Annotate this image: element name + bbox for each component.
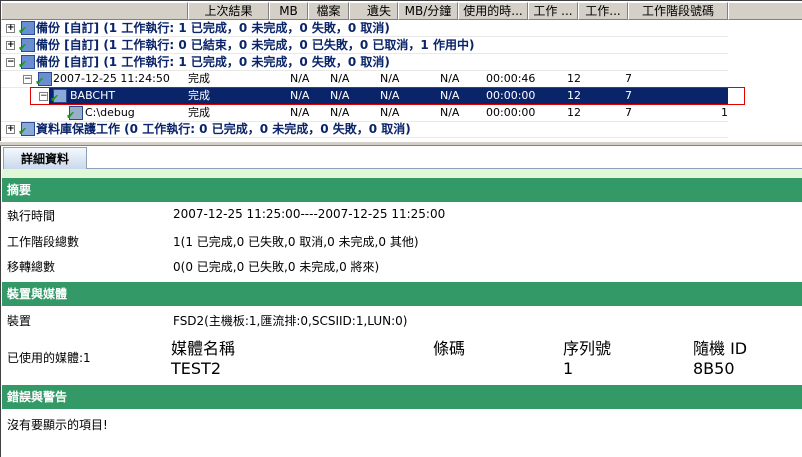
details-pane: 詳細資料 摘要 執行時間 2007-12-25 11:25:00----2007… xyxy=(0,146,802,457)
column-header-job-2[interactable]: 工作... xyxy=(578,2,628,20)
section-errors-header: 錯誤與警告 xyxy=(2,385,802,409)
expand-icon[interactable]: + xyxy=(6,24,15,33)
media-name-value: TEST2 xyxy=(171,359,221,378)
column-header-missing[interactable]: 遺失 xyxy=(349,2,398,20)
row-job-1: 12 xyxy=(567,72,581,85)
group-label: 備份 [自訂] (1 工作執行: 0 已結束，0 未完成，0 已失敗，0 已取消… xyxy=(36,38,475,52)
column-header-name[interactable] xyxy=(1,2,188,20)
media-random-id-value: 8B50 xyxy=(693,359,735,378)
selection-focus-rect xyxy=(30,87,745,105)
media-used-label: 已使用的媒體:1 xyxy=(7,351,91,365)
collapse-icon[interactable]: − xyxy=(6,58,15,67)
group-label: 資料庫保護工作 (0 工作執行: 0 已完成，0 未完成，0 失敗，0 取消) xyxy=(36,122,411,136)
media-header-barcode: 條碼 xyxy=(433,339,466,358)
row-name: 2007-12-25 11:24:50 xyxy=(53,72,170,85)
row-job-2: 7 xyxy=(625,72,632,85)
expand-icon[interactable]: + xyxy=(6,41,15,50)
media-header-name: 媒體名稱 xyxy=(171,339,236,358)
run-time-label: 執行時間 xyxy=(7,209,56,223)
device-value: FSD2(主機板:1,匯流排:0,SCSIID:1,LUN:0) xyxy=(173,314,408,328)
tree-row-group[interactable]: + 資料庫保護工作 (0 工作執行: 0 已完成，0 未完成，0 失敗，0 取消… xyxy=(1,121,728,138)
row-rate: N/A xyxy=(440,106,460,119)
section-summary-header: 摘要 xyxy=(2,178,802,202)
row-rate: N/A xyxy=(440,72,460,85)
row-job-1: 12 xyxy=(567,106,581,119)
backup-job-running-icon xyxy=(18,38,35,53)
device-label: 裝置 xyxy=(7,314,32,328)
row-files: N/A xyxy=(330,72,350,85)
tree-row-job-run[interactable]: − 2007-12-25 11:24:50 完成 N/A N/A N/A N/A… xyxy=(1,71,728,88)
column-header-empty xyxy=(728,2,802,20)
column-header-session-number[interactable]: 工作階段號碼 xyxy=(628,2,728,20)
expand-icon[interactable]: + xyxy=(6,125,15,134)
run-time-value: 2007-12-25 11:25:00----2007-12-25 11:25:… xyxy=(173,207,446,221)
tree-row-source[interactable]: C:\debug 完成 N/A N/A N/A N/A 00:00:00 12 … xyxy=(1,105,728,122)
tab-strip xyxy=(2,169,802,178)
row-time: 00:00:00 xyxy=(486,106,536,119)
row-missing: N/A xyxy=(380,72,400,85)
tree-row-group[interactable]: − 備份 [自訂] (1 工作執行: 1 已完成，0 未完成，0 失敗，0 取消… xyxy=(1,54,728,71)
column-header-time-used[interactable]: 使用的時... xyxy=(458,2,528,20)
media-serial-value: 1 xyxy=(563,359,574,378)
section-devices-header: 裝置與媒體 xyxy=(2,282,802,306)
row-mb: N/A xyxy=(290,106,310,119)
row-job-2: 7 xyxy=(625,106,632,119)
group-label: 備份 [自訂] (1 工作執行: 1 已完成，0 未完成，0 失敗，0 取消) xyxy=(36,55,390,69)
backup-job-success-icon xyxy=(18,55,35,70)
database-job-icon xyxy=(18,122,35,137)
media-header-random-id: 隨機 ID xyxy=(693,339,748,358)
column-header-mb-per-min[interactable]: MB/分鐘 xyxy=(398,2,458,20)
group-label: 備份 [自訂] (1 工作執行: 1 已完成，0 未完成，0 失敗，0 取消) xyxy=(36,21,390,35)
collapse-icon[interactable]: − xyxy=(23,75,32,84)
column-header-last-result[interactable]: 上次結果 xyxy=(188,2,269,20)
row-files: N/A xyxy=(330,106,350,119)
migrations-label: 移轉總數 xyxy=(7,260,56,274)
tree-row-group[interactable]: + 備份 [自訂] (1 工作執行: 1 已完成，0 未完成，0 失敗，0 取消… xyxy=(1,20,728,37)
folder-success-icon xyxy=(66,106,83,121)
tab-details[interactable]: 詳細資料 xyxy=(3,147,87,169)
row-mb: N/A xyxy=(290,72,310,85)
migrations-value: 0(0 已完成,0 已失敗,0 未完成,0 將來) xyxy=(173,260,380,274)
row-missing: N/A xyxy=(380,106,400,119)
column-header-mb[interactable]: MB xyxy=(269,2,308,20)
sessions-value: 1(1 已完成,0 已失敗,0 取消,0 未完成,0 其他) xyxy=(173,235,419,249)
row-name: C:\debug xyxy=(85,106,135,119)
column-header-job-1[interactable]: 工作 ... xyxy=(528,2,578,20)
media-header-serial: 序列號 xyxy=(563,339,612,358)
job-run-success-icon xyxy=(35,72,52,87)
backup-job-success-icon xyxy=(18,21,35,36)
sessions-label: 工作階段總數 xyxy=(7,235,80,249)
row-result: 完成 xyxy=(188,106,210,119)
column-header-files[interactable]: 檔案 xyxy=(308,2,349,20)
no-items-message: 沒有要顯示的項目! xyxy=(7,418,108,432)
job-status-tree: 上次結果 MB 檔案 遺失 MB/分鐘 使用的時... 工作 ... 工作...… xyxy=(0,0,802,141)
row-result: 完成 xyxy=(188,72,210,85)
row-session-number: 1 xyxy=(721,106,728,119)
tree-row-group[interactable]: + 備份 [自訂] (1 工作執行: 0 已結束，0 未完成，0 已失敗，0 已… xyxy=(1,37,728,54)
row-time: 00:00:46 xyxy=(486,72,536,85)
